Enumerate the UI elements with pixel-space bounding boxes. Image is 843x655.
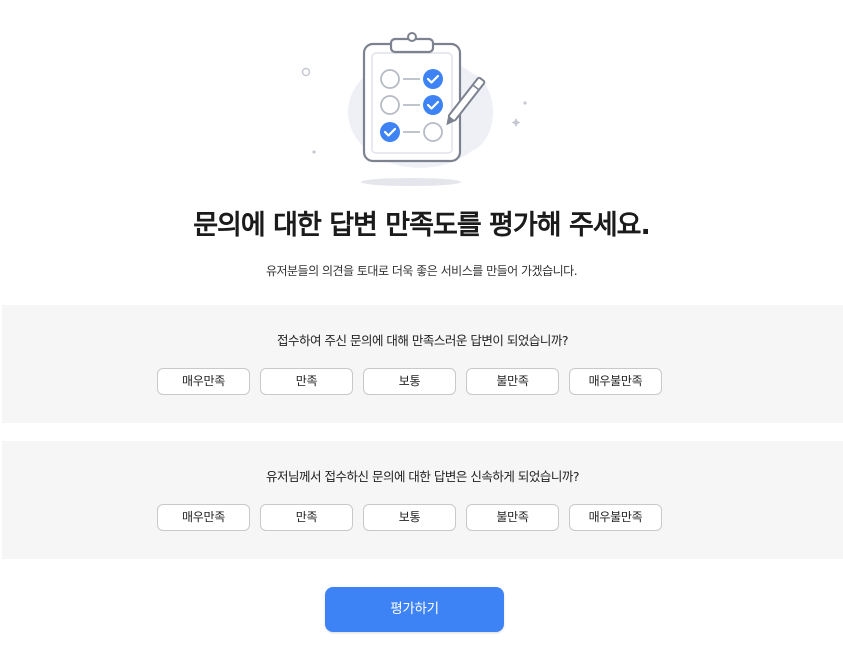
page-subtitle: 유저분들의 의견을 토대로 더욱 좋은 서비스를 만들어 가겠습니다.: [265, 264, 578, 278]
option-very-satisfied[interactable]: 매우만족: [157, 368, 250, 395]
option-dissatisfied[interactable]: 불만족: [466, 368, 559, 395]
question-text: 접수하여 주신 문의에 대해 만족스러운 답변이 되었습니까?: [277, 333, 568, 348]
option-neutral[interactable]: 보통: [363, 504, 456, 531]
rating-options: 매우만족 만족 보통 불만족 매우불만족: [157, 368, 662, 395]
page-title: 문의에 대한 답변 만족도를 평가해 주세요.: [193, 210, 651, 241]
hero-illustration: [0, 0, 843, 200]
option-satisfied[interactable]: 만족: [260, 368, 353, 395]
question-text: 유저님께서 접수하신 문의에 대한 답변은 신속하게 되었습니까?: [266, 469, 579, 484]
question-panel-2: 유저님께서 접수하신 문의에 대한 답변은 신속하게 되었습니까? 매우만족 만…: [2, 441, 843, 559]
option-satisfied[interactable]: 만족: [260, 504, 353, 531]
rating-options: 매우만족 만족 보통 불만족 매우불만족: [157, 504, 662, 531]
option-very-dissatisfied[interactable]: 매우불만족: [569, 504, 662, 531]
checklist-clipboard-icon: [301, 32, 527, 186]
option-neutral[interactable]: 보통: [363, 368, 456, 395]
question-panel-1: 접수하여 주신 문의에 대해 만족스러운 답변이 되었습니까? 매우만족 만족 …: [2, 305, 843, 423]
option-very-dissatisfied[interactable]: 매우불만족: [569, 368, 662, 395]
submit-rating-button[interactable]: 평가하기: [325, 587, 504, 632]
option-very-satisfied[interactable]: 매우만족: [157, 504, 250, 531]
option-dissatisfied[interactable]: 불만족: [466, 504, 559, 531]
